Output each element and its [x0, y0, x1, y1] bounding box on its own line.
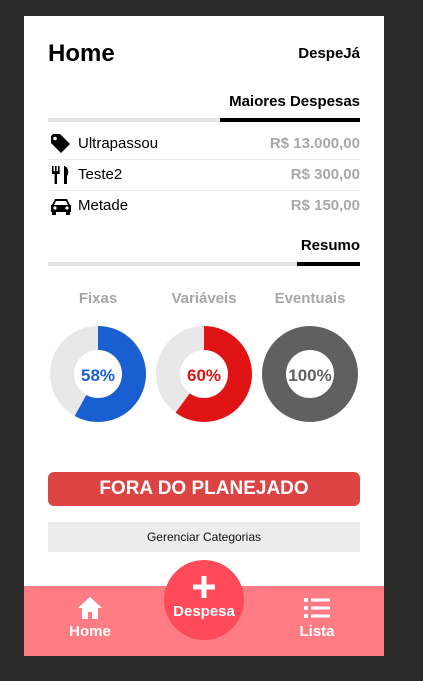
nav-home-button[interactable]: Home [50, 594, 130, 648]
list-item[interactable]: Metade R$ 150,00 [48, 191, 360, 221]
expense-value: R$ 150,00 [290, 197, 360, 214]
add-expense-button[interactable]: Despesa [164, 560, 244, 640]
section-divider-active [220, 118, 360, 122]
tag-icon [51, 134, 70, 153]
expense-name: Teste2 [78, 166, 123, 183]
list-item[interactable]: Ultrapassou R$ 13.000,00 [48, 129, 360, 160]
gauge-label: Fixas [78, 290, 118, 307]
expense-name: Ultrapassou [78, 135, 159, 152]
nav-list-button[interactable]: Lista [277, 594, 357, 648]
manage-categories-button[interactable]: Gerenciar Categorias [48, 522, 360, 552]
cutlery-icon [52, 166, 69, 184]
summary-gauges: Fixas 58% Variáveis 60% Eventuais 100% [48, 288, 360, 428]
gauge-variaveis: Variáveis 60% [154, 288, 258, 428]
header: Home DespeJá [48, 40, 360, 70]
expense-value: R$ 300,00 [290, 166, 360, 183]
top-expenses-header: Maiores Despesas [48, 92, 360, 122]
add-expense-label: Despesa [173, 603, 235, 620]
gauge-percent: 60% [186, 366, 222, 385]
gauge-percent: 100% [288, 366, 332, 385]
gauge-percent: 58% [80, 366, 116, 385]
top-expenses-list: Ultrapassou R$ 13.000,00 Teste2 R$ 300,0… [48, 129, 360, 221]
page-title: Home [48, 40, 115, 67]
section-divider-active [297, 262, 360, 266]
brand-name: DespeJá [298, 45, 360, 62]
gauge-fixas: Fixas 58% [48, 288, 152, 428]
expense-name: Metade [78, 197, 129, 214]
home-icon [78, 597, 102, 619]
app-screen: Home DespeJá Maiores Despesas Ultrapasso… [24, 16, 384, 656]
plus-icon [193, 576, 215, 598]
summary-header: Resumo [48, 236, 360, 266]
nav-home-label: Home [69, 623, 111, 640]
car-icon [51, 199, 71, 215]
gauge-label: Variáveis [171, 290, 237, 307]
status-badge: FORA DO PLANEJADO [48, 472, 360, 506]
list-icon [304, 598, 330, 618]
gauge-eventuais: Eventuais 100% [260, 288, 364, 428]
list-item[interactable]: Teste2 R$ 300,00 [48, 160, 360, 191]
nav-list-label: Lista [299, 623, 335, 640]
top-expenses-title: Maiores Despesas [229, 93, 360, 110]
summary-title: Resumo [300, 237, 360, 254]
expense-value: R$ 13.000,00 [269, 135, 360, 152]
gauge-label: Eventuais [274, 290, 346, 307]
